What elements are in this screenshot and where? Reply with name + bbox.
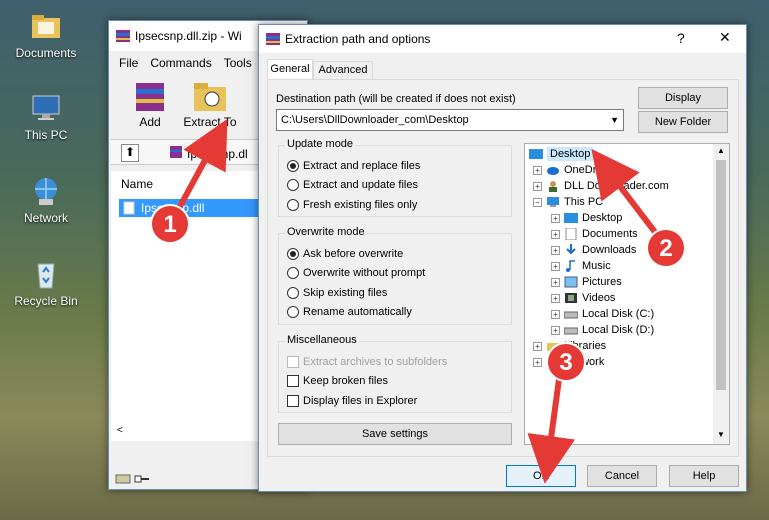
arrow-2-line [591, 148, 661, 238]
arrow-3-line [527, 371, 576, 484]
annotation-marker-3: 3 [546, 342, 586, 382]
annotation-marker-2: 2 [646, 228, 686, 268]
arrow-1-line [175, 118, 228, 212]
annotation-marker-1: 1 [150, 204, 190, 244]
